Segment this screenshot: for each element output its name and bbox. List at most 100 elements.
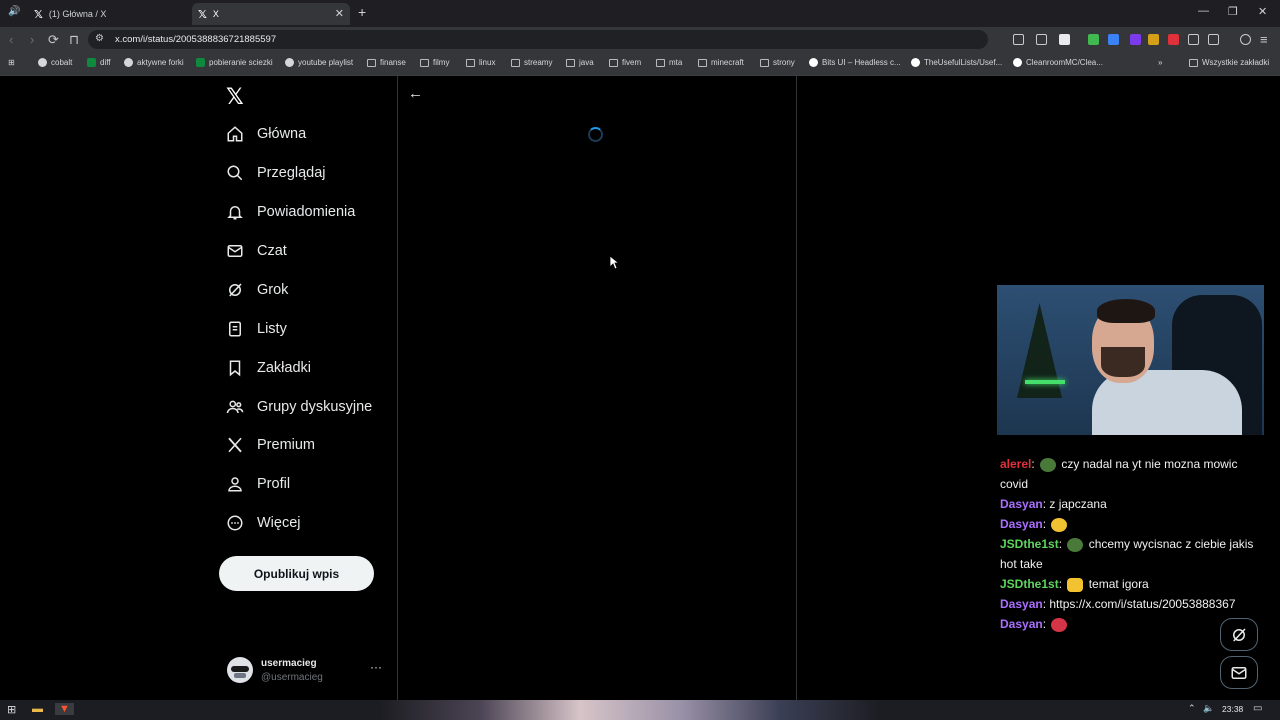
tray-chevron-icon[interactable]: ⌃ bbox=[1188, 703, 1196, 714]
site-info-icon[interactable]: ⚙ bbox=[95, 33, 104, 44]
grok-floating-button[interactable] bbox=[1220, 618, 1258, 651]
avatar bbox=[227, 657, 253, 683]
nav-profile[interactable]: Profil bbox=[226, 469, 290, 499]
new-tab-button[interactable]: + bbox=[358, 4, 366, 20]
cast-icon[interactable] bbox=[1013, 34, 1024, 45]
puzzle-icon[interactable] bbox=[1188, 34, 1199, 45]
volume-icon[interactable]: 🔈 bbox=[1203, 703, 1214, 714]
tab-current[interactable]: 𝕏 X ✕ bbox=[192, 3, 350, 25]
bookmark-item[interactable]: pobieranie sciezki bbox=[196, 58, 273, 67]
apps-icon[interactable]: ⊞ bbox=[8, 58, 15, 67]
mail-icon bbox=[227, 245, 243, 257]
back-nav-icon[interactable]: ‹ bbox=[9, 32, 13, 47]
bookmark-folder[interactable]: java bbox=[566, 58, 594, 67]
x-favicon-icon: 𝕏 bbox=[34, 8, 43, 21]
restore-icon[interactable]: ❐ bbox=[1228, 5, 1238, 18]
bookmark-folder[interactable]: mta bbox=[656, 58, 682, 67]
bookmark-folder[interactable]: fivem bbox=[609, 58, 641, 67]
github-icon bbox=[1013, 58, 1022, 67]
webcam-overlay bbox=[997, 285, 1264, 435]
audio-icon[interactable]: 🔊 bbox=[8, 6, 20, 17]
extension-icon[interactable] bbox=[1108, 34, 1119, 45]
nav-premium[interactable]: Premium bbox=[226, 430, 315, 460]
bookmark-favicon-icon bbox=[196, 58, 205, 67]
clock[interactable]: 23:38 bbox=[1222, 704, 1243, 714]
tab-title: X bbox=[212, 9, 219, 19]
chat-message: Dasyan: z japczana bbox=[1000, 497, 1107, 511]
minimize-icon[interactable]: — bbox=[1198, 5, 1209, 17]
bookmarks-overflow-icon[interactable]: » bbox=[1158, 58, 1162, 67]
share-icon[interactable] bbox=[1036, 34, 1047, 45]
shield-icon[interactable] bbox=[1059, 34, 1070, 45]
bookmark-item[interactable]: diff bbox=[87, 58, 111, 67]
sidepanel-icon[interactable] bbox=[1208, 34, 1219, 45]
chat-message: JSDthe1st: chcemy wycisnac z ciebie jaki… bbox=[1000, 537, 1254, 571]
all-bookmarks-folder[interactable]: Wszystkie zakładki bbox=[1189, 58, 1269, 67]
folder-icon bbox=[760, 58, 769, 67]
search-icon bbox=[227, 165, 243, 181]
check-extension-icon[interactable] bbox=[1088, 34, 1099, 45]
browser-tab-strip: 🔊 𝕏 (1) Główna / X 𝕏 X ✕ + — ❐ ✕ bbox=[0, 0, 1280, 27]
nav-label: Przeglądaj bbox=[257, 165, 326, 181]
menu-icon[interactable]: ≡ bbox=[1260, 32, 1268, 47]
bookmark-item[interactable]: TheUsefulLists/Usef... bbox=[911, 58, 1002, 67]
github-icon bbox=[911, 58, 920, 67]
brave-browser-icon[interactable]: ▼ bbox=[55, 703, 74, 715]
post-button[interactable]: Opublikuj wpis bbox=[219, 556, 374, 591]
messages-floating-button[interactable] bbox=[1220, 656, 1258, 689]
bookmark-folder[interactable]: filmy bbox=[420, 58, 449, 67]
os-taskbar: ⊞ ▬ ▼ ⌃ 🔈 23:38 ▭ bbox=[0, 700, 1280, 720]
chat-message: alerel: czy nadal na yt nie mozna mowic … bbox=[1000, 457, 1238, 491]
close-window-icon[interactable]: ✕ bbox=[1258, 5, 1267, 18]
x-logo-icon[interactable]: 𝕏 bbox=[226, 84, 244, 110]
notifications-icon[interactable]: ▭ bbox=[1253, 703, 1262, 714]
nav-grok[interactable]: Grok bbox=[226, 275, 288, 305]
x-icon bbox=[228, 437, 242, 453]
file-explorer-icon[interactable]: ▬ bbox=[32, 703, 43, 715]
bookmark-folder[interactable]: linux bbox=[466, 58, 495, 67]
nav-more[interactable]: Więcej bbox=[226, 508, 301, 538]
bookmark-folder[interactable]: finanse bbox=[367, 58, 406, 67]
back-arrow-icon[interactable]: ← bbox=[408, 85, 423, 102]
bookmark-item[interactable]: aktywne forki bbox=[124, 58, 184, 67]
close-tab-icon[interactable]: ✕ bbox=[335, 7, 344, 20]
extension-icon[interactable] bbox=[1130, 34, 1141, 45]
windows-start-icon[interactable]: ⊞ bbox=[7, 703, 16, 716]
bookmark-page-icon[interactable]: ⊓ bbox=[69, 32, 79, 48]
url-text[interactable]: x.com/i/status/2005388836721885597 bbox=[115, 34, 276, 45]
nav-communities[interactable]: Grupy dyskusyjne bbox=[226, 392, 372, 422]
column-divider bbox=[796, 76, 797, 700]
bookmark-item[interactable]: youtube playlist bbox=[285, 58, 353, 67]
bookmark-favicon-icon bbox=[809, 58, 818, 67]
pepe-emote-icon bbox=[1067, 537, 1084, 552]
reload-icon[interactable]: ⟳ bbox=[48, 32, 59, 48]
x-page: 𝕏 Główna Przeglądaj Powiadomienia Czat G… bbox=[0, 76, 1280, 700]
url-bar[interactable]: ⚙ x.com/i/status/2005388836721885597 bbox=[88, 30, 988, 49]
tab-home[interactable]: 𝕏 (1) Główna / X bbox=[26, 3, 186, 25]
extension-icon[interactable] bbox=[1148, 34, 1159, 45]
bookmark-item[interactable]: cobalt bbox=[38, 58, 72, 67]
nav-label: Premium bbox=[257, 437, 316, 453]
bookmarks-bar: ⊞ cobalt diff aktywne forki pobieranie s… bbox=[0, 52, 1280, 76]
bookmark-item[interactable]: CleanroomMC/Clea... bbox=[1013, 58, 1103, 67]
media-icon[interactable] bbox=[1240, 34, 1251, 45]
nav-home[interactable]: Główna bbox=[226, 119, 306, 149]
nav-chat[interactable]: Czat bbox=[226, 236, 287, 266]
person-icon bbox=[228, 477, 242, 492]
bookmark-folder[interactable]: strony bbox=[760, 58, 795, 67]
bookmark-item[interactable]: Bits UI – Headless c... bbox=[809, 58, 901, 67]
nav-lists[interactable]: Listy bbox=[226, 314, 287, 344]
account-switcher[interactable]: usermacieg @usermacieg ··· bbox=[227, 655, 387, 685]
nav-label: Grupy dyskusyjne bbox=[257, 399, 373, 415]
forward-nav-icon[interactable]: › bbox=[30, 32, 34, 47]
extension-icon[interactable] bbox=[1168, 34, 1179, 45]
bookmark-folder[interactable]: minecraft bbox=[698, 58, 744, 67]
nav-notifications[interactable]: Powiadomienia bbox=[226, 197, 355, 227]
nav-bookmarks[interactable]: Zakładki bbox=[226, 353, 311, 383]
bookmark-folder[interactable]: streamy bbox=[511, 58, 552, 67]
folder-icon bbox=[698, 58, 707, 67]
bookmark-favicon-icon bbox=[285, 58, 294, 67]
more-options-icon[interactable]: ··· bbox=[370, 660, 382, 674]
nav-explore[interactable]: Przeglądaj bbox=[226, 158, 326, 188]
loading-spinner-icon bbox=[588, 127, 603, 142]
